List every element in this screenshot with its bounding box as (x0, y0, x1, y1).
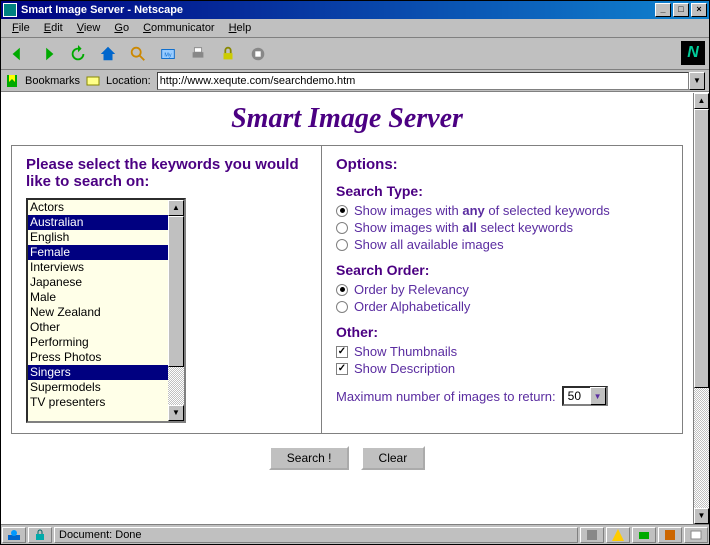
page-scrollbar[interactable]: ▲ ▼ (693, 93, 709, 524)
radio-order-relevancy[interactable] (336, 284, 348, 296)
my-button[interactable]: My (155, 42, 181, 66)
list-item[interactable]: TV presenters (28, 395, 168, 410)
search-order-heading: Search Order: (336, 262, 668, 278)
status-tool5-icon[interactable] (689, 528, 703, 542)
scroll-down-button[interactable]: ▼ (168, 405, 184, 421)
svg-text:My: My (164, 52, 171, 58)
forward-button[interactable] (35, 42, 61, 66)
list-item[interactable]: Performing (28, 335, 168, 350)
url-dropdown-button[interactable]: ▼ (689, 72, 705, 90)
menu-file[interactable]: File (5, 20, 37, 36)
checkbox-description-label: Show Description (354, 361, 455, 376)
search-button[interactable] (125, 42, 151, 66)
search-form: Please select the keywords you would lik… (11, 145, 683, 434)
location-bar: Bookmarks Location: ▼ (1, 70, 709, 92)
keywords-listbox[interactable]: ActorsAustralianEnglishFemaleInterviewsJ… (26, 198, 186, 423)
keywords-heading: Please select the keywords you would lik… (26, 156, 307, 190)
page-title: Smart Image Server (11, 103, 683, 135)
search-button[interactable]: Search ! (269, 446, 350, 470)
maximize-button[interactable]: □ (673, 3, 689, 17)
radio-any-label: Show images with any of selected keyword… (354, 203, 610, 218)
page-scroll-thumb[interactable] (694, 109, 709, 388)
radio-all-images-label: Show all available images (354, 237, 504, 252)
bookmarks-icon[interactable] (5, 74, 19, 88)
list-item[interactable]: Interviews (28, 260, 168, 275)
menu-go[interactable]: Go (107, 20, 136, 36)
list-item[interactable]: Supermodels (28, 380, 168, 395)
listbox-scrollbar[interactable]: ▲ ▼ (168, 200, 184, 421)
list-item[interactable]: Australian (28, 215, 168, 230)
page-scroll-down[interactable]: ▼ (694, 508, 709, 524)
menubar: File Edit View Go Communicator Help (1, 19, 709, 38)
status-text: Document: Done (59, 529, 142, 541)
toolbar: My N (1, 38, 709, 70)
page-scroll-up[interactable]: ▲ (694, 93, 709, 109)
list-item[interactable]: Other (28, 320, 168, 335)
url-input[interactable] (157, 72, 689, 90)
radio-any-keywords[interactable] (336, 205, 348, 217)
back-button[interactable] (5, 42, 31, 66)
list-item[interactable]: New Zealand (28, 305, 168, 320)
list-item[interactable]: Press Photos (28, 350, 168, 365)
status-tool1-icon[interactable] (585, 528, 599, 542)
statusbar: Document: Done (1, 524, 709, 544)
scroll-up-button[interactable]: ▲ (168, 200, 184, 216)
radio-all-label: Show images with all select keywords (354, 220, 573, 235)
search-type-heading: Search Type: (336, 183, 668, 199)
home-button[interactable] (95, 42, 121, 66)
print-button[interactable] (185, 42, 211, 66)
menu-help[interactable]: Help (222, 20, 259, 36)
list-item[interactable]: Actors (28, 200, 168, 215)
bookmarks-label[interactable]: Bookmarks (25, 75, 80, 87)
list-item[interactable]: Male (28, 290, 168, 305)
radio-all-keywords[interactable] (336, 222, 348, 234)
location-icon (86, 74, 100, 88)
menu-edit[interactable]: Edit (37, 20, 70, 36)
menu-communicator[interactable]: Communicator (136, 20, 222, 36)
list-item[interactable]: Japanese (28, 275, 168, 290)
reload-button[interactable] (65, 42, 91, 66)
titlebar: Smart Image Server - Netscape _ □ × (1, 1, 709, 19)
radio-order-alpha[interactable] (336, 301, 348, 313)
page-content: Smart Image Server Please select the key… (1, 93, 693, 524)
status-lock-icon (33, 528, 47, 542)
checkbox-thumbnails[interactable] (336, 346, 348, 358)
checkbox-thumbnails-label: Show Thumbnails (354, 344, 457, 359)
radio-alpha-label: Order Alphabetically (354, 299, 470, 314)
list-item[interactable]: Singers (28, 365, 168, 380)
menu-view[interactable]: View (70, 20, 108, 36)
radio-all-images[interactable] (336, 239, 348, 251)
browser-window: Smart Image Server - Netscape _ □ × File… (0, 0, 710, 545)
max-images-dropdown-button[interactable]: ▼ (590, 387, 606, 405)
window-title: Smart Image Server - Netscape (21, 4, 183, 16)
location-label: Location: (106, 75, 151, 87)
max-images-label: Maximum number of images to return: (336, 389, 556, 404)
status-tool3-icon[interactable] (637, 528, 651, 542)
stop-button[interactable] (245, 42, 271, 66)
list-item[interactable]: Female (28, 245, 168, 260)
status-nav-icon (7, 528, 21, 542)
status-tool4-icon[interactable] (663, 528, 677, 542)
app-icon (3, 3, 17, 17)
other-heading: Other: (336, 324, 668, 340)
minimize-button[interactable]: _ (655, 3, 671, 17)
netscape-logo: N (681, 41, 705, 65)
radio-relevancy-label: Order by Relevancy (354, 282, 469, 297)
status-tool2-icon[interactable] (611, 528, 625, 542)
close-button[interactable]: × (691, 3, 707, 17)
security-button[interactable] (215, 42, 241, 66)
clear-button[interactable]: Clear (361, 446, 426, 470)
options-heading: Options: (336, 156, 668, 173)
list-item[interactable]: English (28, 230, 168, 245)
checkbox-description[interactable] (336, 363, 348, 375)
max-images-select[interactable]: 50 ▼ (562, 386, 608, 406)
scroll-thumb[interactable] (168, 216, 184, 367)
